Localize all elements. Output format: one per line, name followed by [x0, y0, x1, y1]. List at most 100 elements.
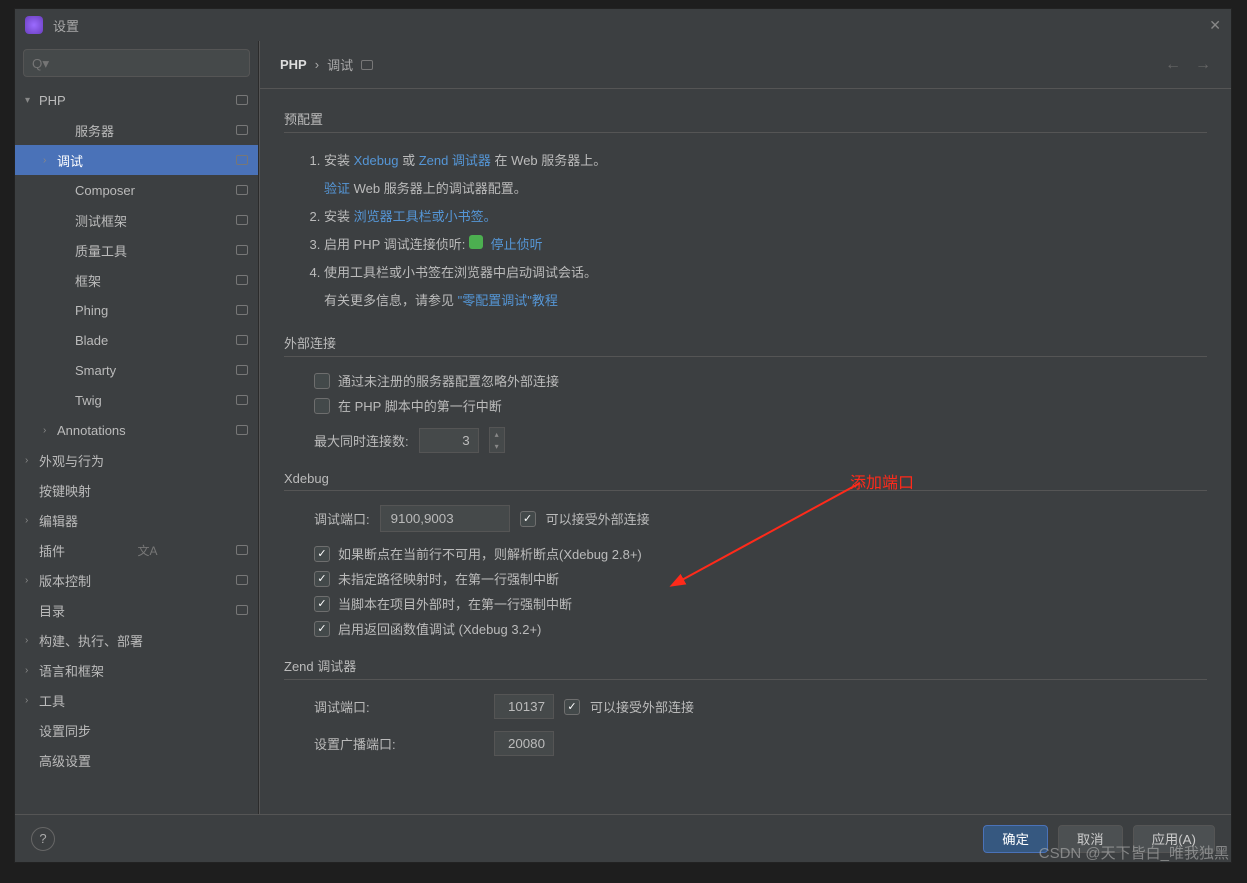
close-icon[interactable]: ✕ [1209, 17, 1221, 34]
scope-icon [236, 425, 248, 435]
scope-icon [236, 395, 248, 405]
tree-item-label: 插件 [39, 541, 65, 560]
tree-item-label: Composer [75, 183, 135, 198]
tree-item[interactable]: 质量工具 [15, 235, 258, 265]
tree-item-label: 质量工具 [75, 241, 127, 260]
scope-icon [236, 305, 248, 315]
toolbar-link[interactable]: 浏览器工具栏或小书签。 [354, 209, 497, 224]
scope-icon [236, 125, 248, 135]
expand-arrow-icon: › [43, 425, 57, 436]
tree-item[interactable]: Phing [15, 295, 258, 325]
chk-xdebug-nopath[interactable]: ✓ [314, 571, 330, 587]
apply-button[interactable]: 应用(A) [1133, 825, 1215, 853]
dialog-body: ▾PHP服务器›调试Composer测试框架质量工具框架PhingBladeSm… [15, 41, 1231, 814]
zero-config-link[interactable]: "零配置调试"教程 [458, 293, 558, 308]
scope-icon [236, 215, 248, 225]
expand-arrow-icon: › [25, 665, 39, 676]
tree-item-label: Phing [75, 303, 108, 318]
maxconn-spinner[interactable]: ▴▾ [489, 427, 505, 453]
chk-xdebug-resolve[interactable]: ✓ [314, 546, 330, 562]
section-zend: Zend 调试器 [284, 656, 1207, 680]
tree-item[interactable]: ›编辑器 [15, 505, 258, 535]
tree-item[interactable]: 插件文A [15, 535, 258, 565]
xdebug-link[interactable]: Xdebug [354, 153, 399, 168]
annotation-label: 添加端口 [850, 469, 914, 493]
nav-back-icon[interactable]: ← [1165, 56, 1181, 74]
zend-broadcast-input[interactable] [494, 731, 554, 756]
scope-icon [236, 545, 248, 555]
tree-item[interactable]: 服务器 [15, 115, 258, 145]
tree-item-label: Twig [75, 393, 102, 408]
tree-item-label: 按键映射 [39, 481, 91, 500]
chk-xdebug-outside[interactable]: ✓ [314, 596, 330, 612]
ok-button[interactable]: 确定 [983, 825, 1048, 853]
tree-item[interactable]: Composer [15, 175, 258, 205]
tree-item-label: PHP [39, 93, 66, 108]
stop-listen-link[interactable]: 停止侦听 [487, 237, 543, 252]
scope-icon [236, 185, 248, 195]
search-input[interactable] [23, 49, 250, 77]
scope-icon [236, 365, 248, 375]
section-xdebug: Xdebug [284, 471, 1207, 491]
chk-ignore-unreg[interactable] [314, 373, 330, 389]
tree-item[interactable]: ›语言和框架 [15, 655, 258, 685]
tree-item[interactable]: Blade [15, 325, 258, 355]
tree-item-label: 外观与行为 [39, 451, 104, 470]
dialog-footer: ? 确定 取消 应用(A) [15, 814, 1231, 862]
tree-item-label: Annotations [57, 423, 126, 438]
scope-icon [236, 605, 248, 615]
maxconn-input[interactable] [419, 428, 479, 453]
tree-item[interactable]: 设置同步 [15, 715, 258, 745]
tree-item-label: Blade [75, 333, 108, 348]
tree-item[interactable]: ›调试 [15, 145, 258, 175]
tree-item-label: 目录 [39, 601, 65, 620]
tree-item-label: 高级设置 [39, 751, 91, 770]
expand-arrow-icon: › [25, 515, 39, 526]
tree-item[interactable]: ›版本控制 [15, 565, 258, 595]
scope-icon [236, 335, 248, 345]
tree-item[interactable]: ›构建、执行、部署 [15, 625, 258, 655]
chk-break-first-line[interactable] [314, 398, 330, 414]
cancel-button[interactable]: 取消 [1058, 825, 1123, 853]
help-button[interactable]: ? [31, 827, 55, 851]
tree-item[interactable]: ›Annotations [15, 415, 258, 445]
maxconn-label: 最大同时连接数: [314, 431, 409, 450]
tree-item[interactable]: ›外观与行为 [15, 445, 258, 475]
zend-link[interactable]: Zend 调试器 [419, 153, 491, 168]
expand-arrow-icon: › [43, 155, 57, 166]
settings-tree: ▾PHP 服务器 ›调试 Composer 测试框架质量工具框架 Phing Blade Sm… [15, 85, 258, 814]
preconfig-step1: 安装 Xdebug 或 Zend 调试器 在 Web 服务器上。 验证 Web … [324, 147, 1207, 203]
chk-xdebug-return[interactable]: ✓ [314, 621, 330, 637]
tree-item[interactable]: 框架 [15, 265, 258, 295]
xdebug-port-label: 调试端口: [314, 509, 370, 528]
zend-port-input[interactable] [494, 694, 554, 719]
chk-zend-accept-ext[interactable]: ✓ [564, 699, 580, 715]
verify-link[interactable]: 验证 [324, 181, 350, 196]
tree-item[interactable]: ›工具 [15, 685, 258, 715]
nav-forward-icon[interactable]: → [1195, 56, 1211, 74]
preconfig-step2: 安装 浏览器工具栏或小书签。 [324, 203, 1207, 231]
tree-item[interactable]: Smarty [15, 355, 258, 385]
sidebar: ▾PHP 服务器 ›调试 Composer 测试框架质量工具框架 Phing Blade Sm… [15, 41, 259, 814]
expand-arrow-icon: ▾ [25, 95, 39, 106]
tree-item[interactable]: 按键映射 [15, 475, 258, 505]
tree-item-label: Smarty [75, 363, 116, 378]
zend-port-label: 调试端口: [314, 697, 484, 716]
xdebug-port-input[interactable] [380, 505, 510, 532]
breadcrumb-root[interactable]: PHP [280, 57, 307, 72]
tree-item[interactable]: 测试框架 [15, 205, 258, 235]
chk-xdebug-accept-ext[interactable]: ✓ [520, 511, 536, 527]
tree-item-label: 服务器 [75, 121, 114, 140]
preconfig-step3: 启用 PHP 调试连接侦听: 停止侦听 [324, 231, 1207, 259]
zend-broadcast-label: 设置广播端口: [314, 734, 484, 753]
tree-item[interactable]: 高级设置 [15, 745, 258, 775]
tree-item[interactable]: Twig [15, 385, 258, 415]
scope-icon [236, 245, 248, 255]
breadcrumb: PHP › 调试 ← → [260, 41, 1231, 89]
section-external: 外部连接 [284, 333, 1207, 357]
tree-item[interactable]: ▾PHP [15, 85, 258, 115]
expand-arrow-icon: › [25, 635, 39, 646]
breadcrumb-leaf: 调试 [327, 55, 353, 74]
tree-item[interactable]: 目录 [15, 595, 258, 625]
expand-arrow-icon: › [25, 575, 39, 586]
